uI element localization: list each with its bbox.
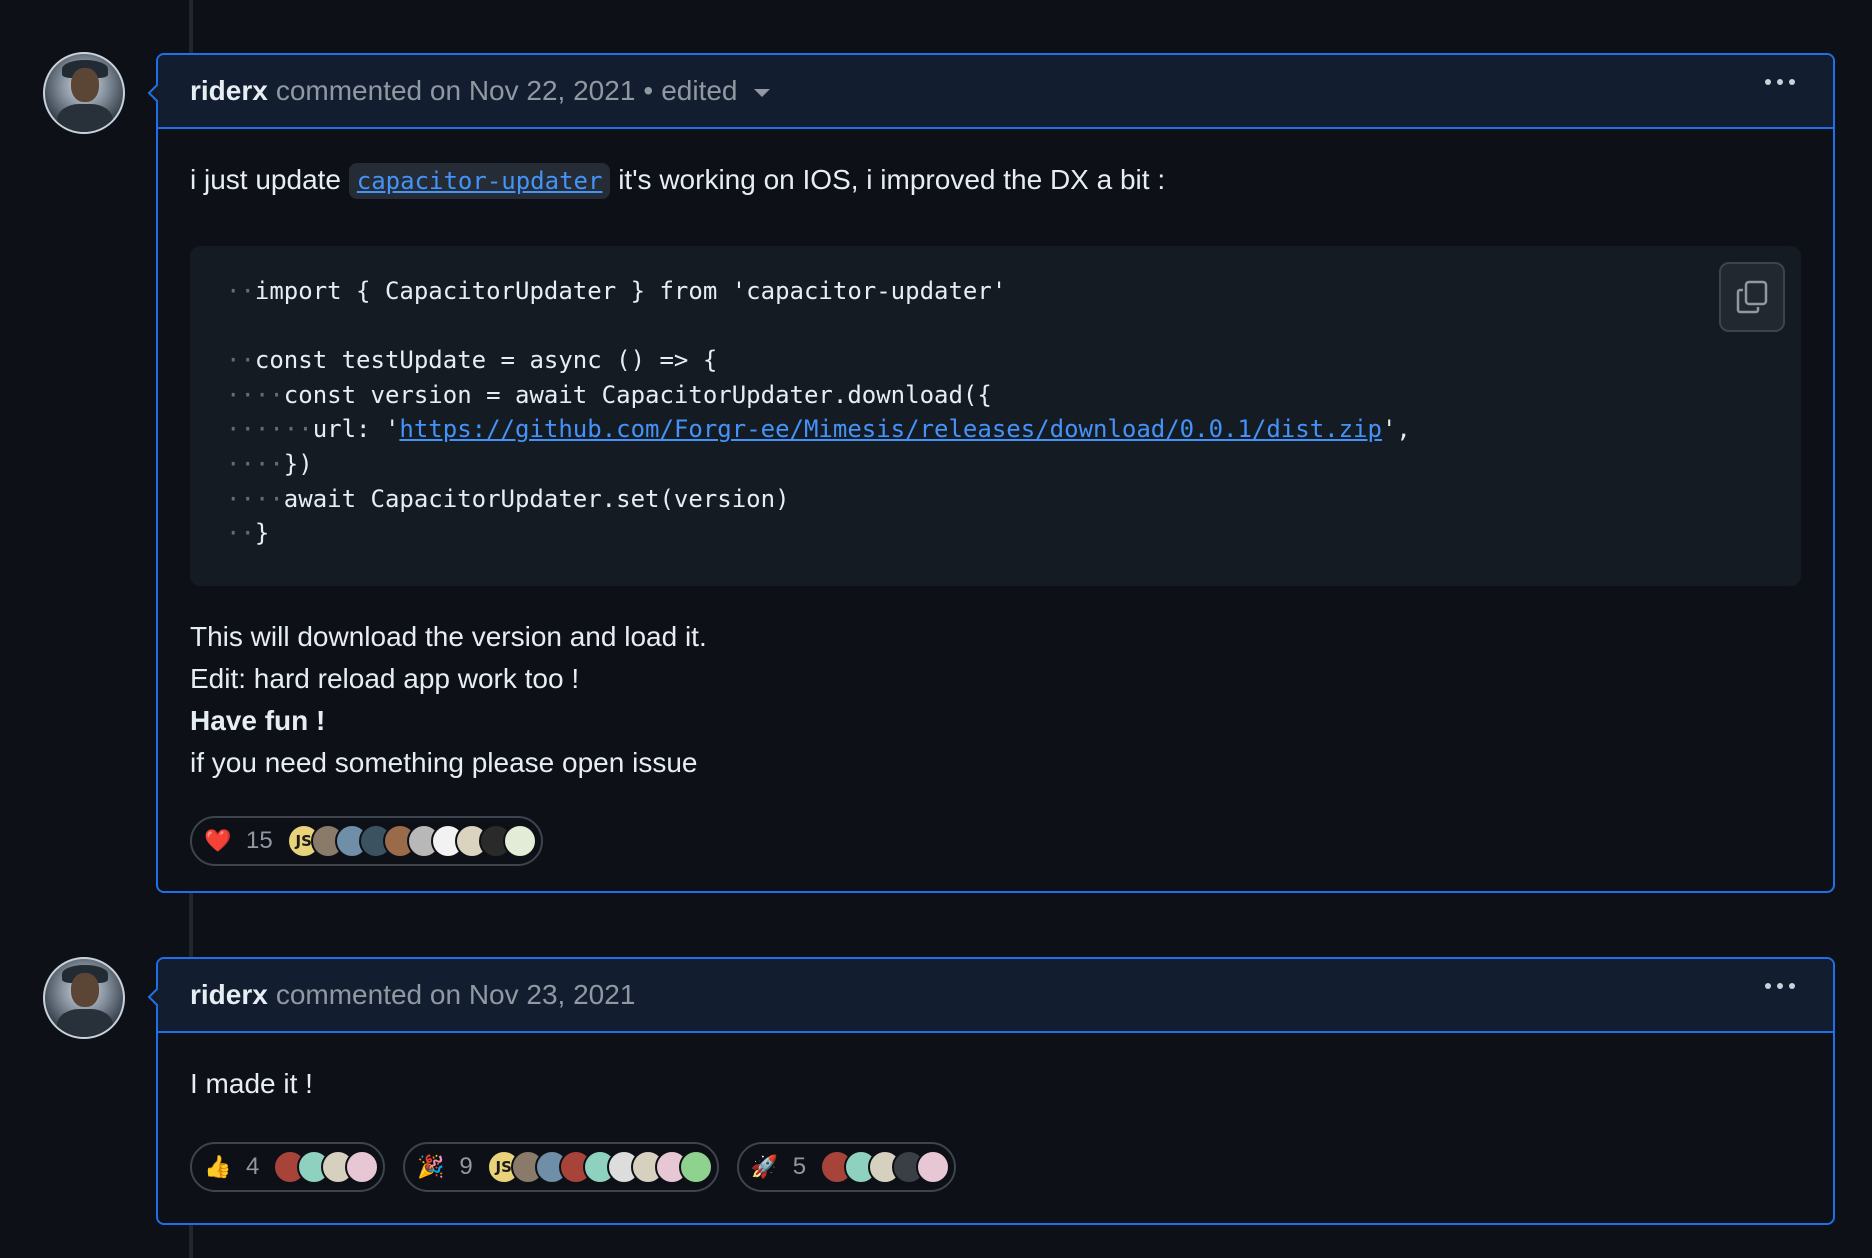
comment-header: riderx commented on Nov 22, 2021 • edite… bbox=[158, 55, 1833, 129]
comment-header: riderx commented on Nov 23, 2021 bbox=[158, 959, 1833, 1033]
reaction-count: 5 bbox=[792, 1153, 807, 1180]
reaction-rocket[interactable]: 🚀 5 bbox=[736, 1142, 957, 1192]
thumbs-up-icon: 👍 bbox=[204, 1154, 232, 1179]
comment-card: riderx commented on Nov 23, 2021 I made … bbox=[156, 957, 1835, 1225]
code-url-link[interactable]: https://github.com/Forgr-ee/Mimesis/rele… bbox=[399, 415, 1382, 443]
avatar bbox=[345, 1150, 380, 1184]
avatar bbox=[678, 1150, 713, 1184]
body-line: if you need something please open issue bbox=[190, 747, 698, 778]
avatar bbox=[502, 824, 537, 858]
reaction-thumbs-up[interactable]: 👍 4 bbox=[190, 1142, 386, 1192]
kebab-menu-icon[interactable] bbox=[1765, 79, 1795, 85]
reaction-count: 4 bbox=[246, 1153, 260, 1180]
reactions-bar: ❤️ 15 JS bbox=[190, 816, 1801, 866]
author-avatar[interactable] bbox=[43, 957, 125, 1039]
reactions-bar: 👍 4 🎉 9 JS 🚀 5 bbox=[190, 1142, 1801, 1192]
author-name[interactable]: riderx bbox=[190, 979, 268, 1011]
code-block: ··import { CapacitorUpdater } from 'capa… bbox=[190, 246, 1801, 586]
reaction-hooray[interactable]: 🎉 9 JS bbox=[403, 1142, 719, 1192]
body-line: Edit: hard reload app work too ! bbox=[190, 663, 580, 694]
author-name[interactable]: riderx bbox=[190, 75, 268, 107]
reaction-count: 15 bbox=[246, 827, 273, 854]
inline-code: capacitor-updater bbox=[348, 163, 611, 199]
body-line-bold: Have fun ! bbox=[190, 705, 326, 736]
kebab-menu-icon[interactable] bbox=[1765, 983, 1795, 989]
reactor-avatars[interactable] bbox=[820, 1150, 951, 1184]
author-avatar[interactable] bbox=[43, 52, 125, 134]
comment-meta[interactable]: commented on Nov 22, 2021 bbox=[276, 75, 636, 107]
body-text: I made it ! bbox=[190, 1068, 313, 1099]
body-text: i just update bbox=[190, 164, 341, 195]
comment-body: i just update capacitor-updater it's wor… bbox=[158, 129, 1833, 866]
reactor-avatars[interactable]: JS bbox=[286, 824, 537, 858]
comment-meta[interactable]: commented on Nov 23, 2021 bbox=[276, 979, 636, 1011]
reaction-heart[interactable]: ❤️ 15 JS bbox=[190, 816, 543, 866]
party-popper-icon: 🎉 bbox=[417, 1154, 445, 1179]
heart-icon: ❤️ bbox=[204, 828, 232, 853]
body-text: it's working on IOS, i improved the DX a… bbox=[618, 164, 1166, 195]
reactor-avatars[interactable] bbox=[273, 1150, 380, 1184]
reactor-avatars[interactable]: JS bbox=[486, 1150, 713, 1184]
reaction-count: 9 bbox=[459, 1153, 473, 1180]
avatar bbox=[916, 1150, 951, 1184]
edited-label[interactable]: edited bbox=[661, 75, 737, 107]
comment-card: riderx commented on Nov 22, 2021 • edite… bbox=[156, 53, 1835, 893]
chevron-down-icon[interactable] bbox=[753, 89, 770, 97]
copy-code-button[interactable] bbox=[1719, 262, 1785, 332]
body-line: This will download the version and load … bbox=[190, 621, 707, 652]
capacitor-updater-link[interactable]: capacitor-updater bbox=[357, 167, 603, 195]
rocket-icon: 🚀 bbox=[750, 1154, 779, 1179]
copy-icon bbox=[1736, 280, 1768, 314]
comment-body: I made it ! 👍 4 🎉 9 JS 🚀 5 bbox=[158, 1033, 1833, 1192]
